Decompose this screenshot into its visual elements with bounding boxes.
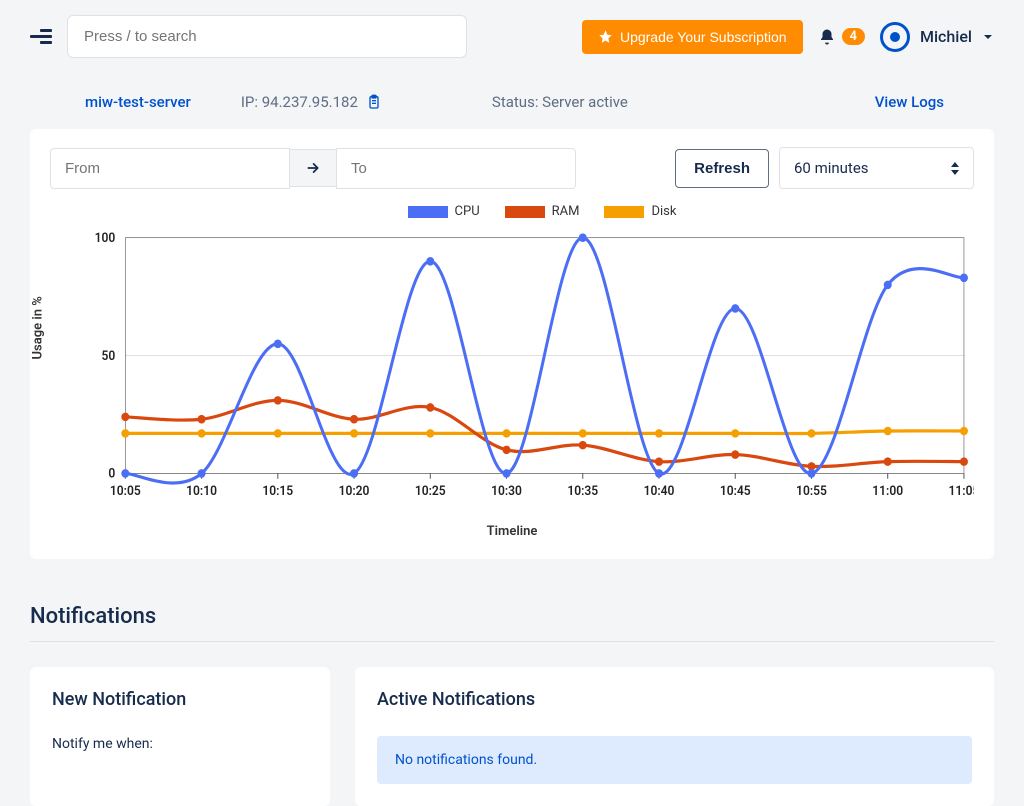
svg-text:10:30: 10:30 [491,484,522,499]
legend-item[interactable]: RAM [505,204,580,219]
date-from-input[interactable] [50,148,290,189]
date-to-input[interactable] [336,148,576,189]
refresh-button[interactable]: Refresh [675,149,769,188]
svg-text:10:45: 10:45 [720,484,751,499]
legend-item[interactable]: CPU [408,204,480,219]
no-notifications-banner: No notifications found. [377,736,972,784]
view-logs-link[interactable]: View Logs [875,93,944,111]
user-menu[interactable]: Michiel [880,22,994,52]
arrow-right-icon [304,161,322,175]
svg-text:11:00: 11:00 [872,484,903,499]
svg-text:50: 50 [102,349,116,364]
new-notification-card: New Notification Notify me when: [30,667,330,806]
active-notifications-card: Active Notifications No notifications fo… [355,667,994,806]
duration-value: 60 minutes [794,159,869,177]
new-notification-text: Notify me when: [52,736,308,752]
notifications-heading: Notifications [30,604,994,629]
menu-toggle[interactable] [30,29,52,44]
select-arrows-icon [951,162,959,175]
server-name-link[interactable]: miw-test-server [85,93,191,111]
new-notification-title: New Notification [52,689,308,710]
clipboard-icon[interactable] [366,93,382,111]
svg-text:11:05: 11:05 [949,484,974,499]
svg-text:10:15: 10:15 [262,484,293,499]
notifications-button[interactable]: 4 [818,28,865,46]
star-icon [598,29,613,44]
svg-text:10:55: 10:55 [796,484,827,499]
notification-badge: 4 [842,28,865,45]
ip-text: IP: 94.237.95.182 [241,93,358,111]
search-input[interactable] [67,15,467,58]
chart-card: Refresh 60 minutes CPU RAM Disk Usage in %… [30,129,994,559]
svg-text:100: 100 [95,231,116,246]
upgrade-button[interactable]: Upgrade Your Subscription [582,20,803,54]
server-ip: IP: 94.237.95.182 [241,93,382,111]
logo-icon [880,22,910,52]
legend-item[interactable]: Disk [604,204,676,219]
chart-legend: CPU RAM Disk [110,204,974,219]
svg-text:10:10: 10:10 [186,484,217,499]
upgrade-label: Upgrade Your Subscription [620,29,787,45]
chevron-down-icon [982,31,994,43]
date-range-apply[interactable] [290,149,336,187]
duration-select[interactable]: 60 minutes [779,147,974,189]
usage-chart: Usage in % 05010010:0510:1010:1510:2010:… [50,227,974,527]
bell-icon [818,28,836,46]
svg-text:10:25: 10:25 [415,484,446,499]
username-label: Michiel [920,27,972,46]
svg-text:10:20: 10:20 [339,484,370,499]
server-status: Status: Server active [492,93,628,111]
svg-text:10:35: 10:35 [567,484,598,499]
divider [30,641,994,642]
active-notifications-title: Active Notifications [377,689,972,710]
svg-text:10:05: 10:05 [110,484,141,499]
svg-text:0: 0 [108,466,115,481]
y-axis-label: Usage in % [31,296,46,359]
svg-text:10:40: 10:40 [644,484,675,499]
